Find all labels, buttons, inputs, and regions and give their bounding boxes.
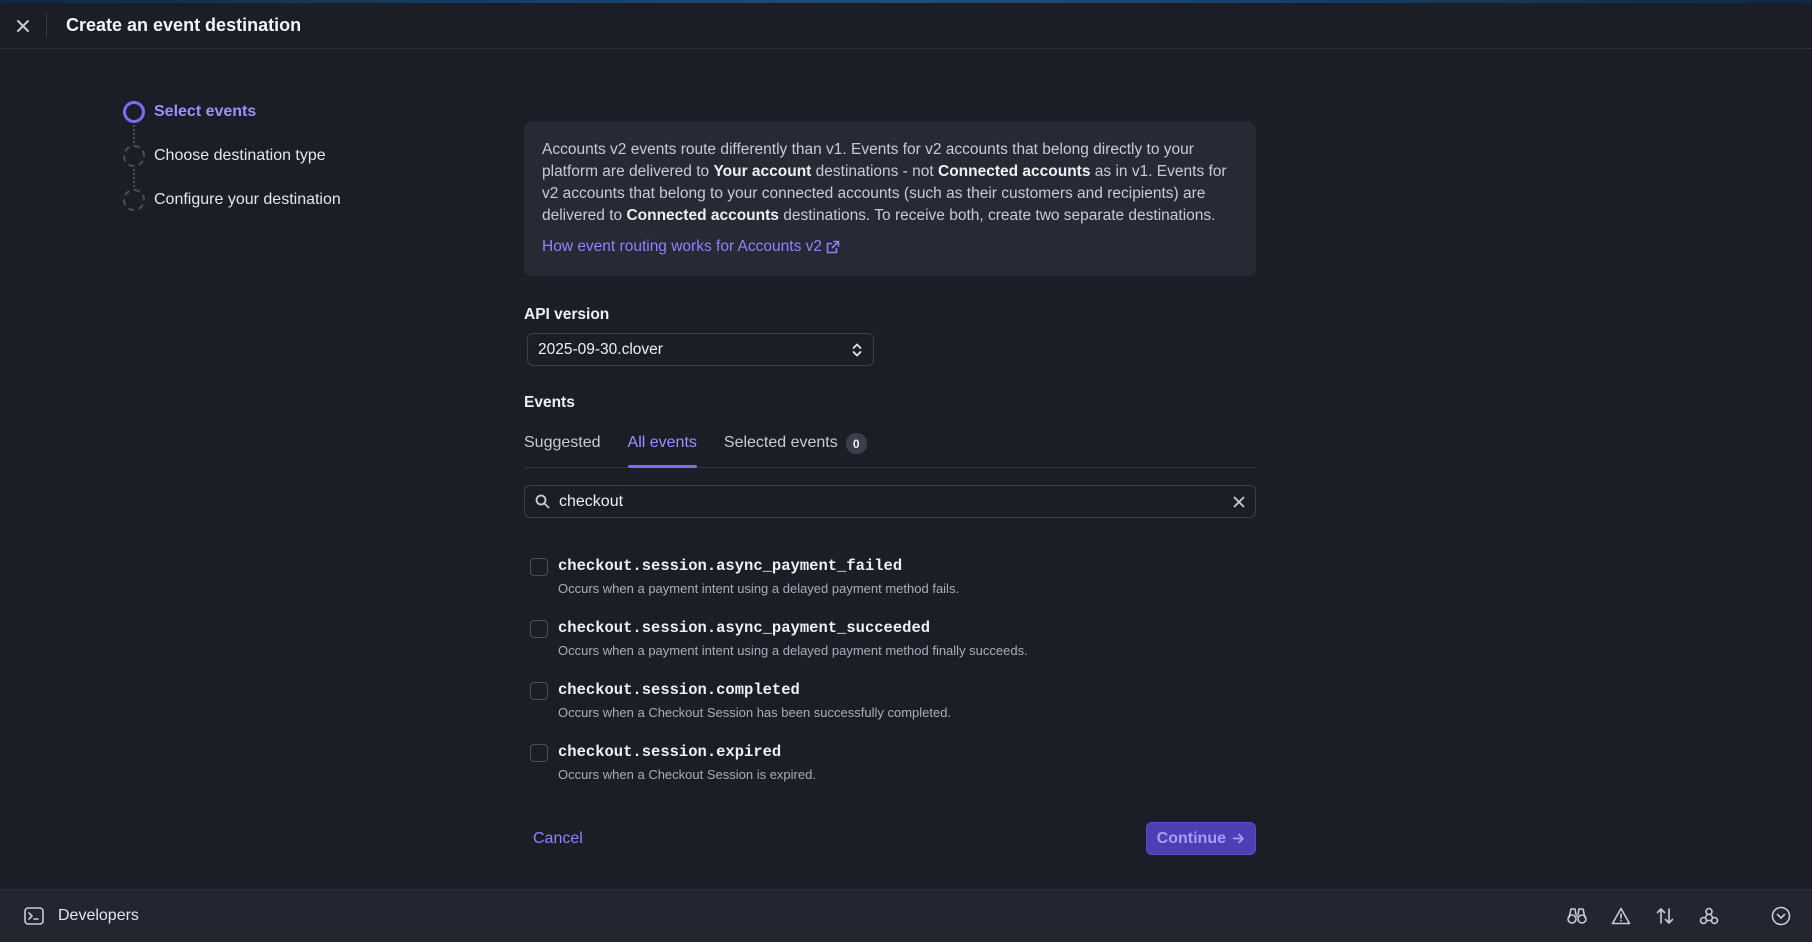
- event-name: checkout.session.async_payment_failed: [558, 557, 903, 575]
- list-item: checkout.session.async_payment_succeeded…: [524, 619, 1256, 681]
- stepper: Select events Choose destination type Co…: [123, 101, 341, 233]
- step-configure-destination: Configure your destination: [123, 189, 341, 211]
- continue-label: Continue: [1156, 829, 1226, 847]
- collapse-button[interactable]: [1759, 896, 1803, 936]
- terminal-icon: [24, 907, 44, 925]
- cancel-button[interactable]: Cancel: [533, 830, 583, 848]
- list-item: checkout.session.completed Occurs when a…: [524, 681, 1256, 743]
- continue-button[interactable]: Continue: [1145, 822, 1256, 855]
- api-version-label: API version: [524, 306, 610, 323]
- developers-bar: Developers: [0, 889, 1812, 942]
- page-title: Create an event destination: [66, 15, 302, 35]
- arrow-right-icon: [1232, 833, 1244, 844]
- event-name: checkout.session.completed: [558, 681, 800, 699]
- event-description: Occurs when a Checkout Session has been …: [558, 705, 952, 720]
- event-description: Occurs when a Checkout Session is expire…: [558, 767, 816, 782]
- tab-suggested[interactable]: Suggested: [524, 428, 601, 467]
- step-label: Select events: [154, 103, 257, 120]
- binoculars-icon: [1567, 908, 1587, 924]
- info-text: Accounts v2 events route differently tha…: [542, 141, 1227, 224]
- errors-button[interactable]: [1599, 896, 1643, 936]
- event-routing-docs-link[interactable]: How event routing works for Accounts v2: [542, 236, 840, 258]
- close-icon: [1233, 496, 1245, 507]
- warning-icon: [1611, 907, 1631, 925]
- event-checkbox[interactable]: [530, 620, 548, 638]
- step-label: Choose destination type: [154, 147, 326, 164]
- webhooks-button[interactable]: [1687, 896, 1731, 936]
- event-name: checkout.session.async_payment_succeeded: [558, 619, 931, 637]
- info-callout: Accounts v2 events route differently tha…: [524, 121, 1256, 276]
- form-actions: Cancel Continue: [524, 822, 1256, 855]
- step-connector: [133, 169, 135, 187]
- search-input[interactable]: [559, 492, 1233, 511]
- event-description: Occurs when a payment intent using a del…: [558, 643, 1028, 658]
- sort-arrows-icon: [1656, 908, 1674, 924]
- close-button[interactable]: [0, 3, 46, 49]
- close-icon: [17, 19, 29, 32]
- chevron-down-circle-icon: [1771, 906, 1791, 926]
- api-version-select[interactable]: 2025-09-30.clover: [527, 333, 874, 366]
- step-select-events: Select events: [123, 101, 341, 143]
- event-search: [524, 485, 1256, 518]
- tab-label: Selected events: [723, 434, 838, 451]
- step-label: Configure your destination: [154, 191, 341, 208]
- api-version-value: 2025-09-30.clover: [538, 340, 663, 358]
- list-item: checkout.session.expired Occurs when a C…: [524, 743, 1256, 805]
- header: Create an event destination: [0, 3, 1812, 49]
- event-checkbox[interactable]: [530, 558, 548, 576]
- chevron-up-down-icon: [852, 343, 862, 356]
- list-item: checkout.session.async_payment_failed Oc…: [524, 557, 1256, 619]
- tab-selected-events[interactable]: Selected events 0: [724, 428, 867, 467]
- inspector-button[interactable]: [1555, 896, 1599, 936]
- event-description: Occurs when a payment intent using a del…: [558, 581, 960, 596]
- step-indicator: [123, 145, 145, 167]
- event-list: checkout.session.async_payment_failed Oc…: [524, 557, 1256, 805]
- requests-button[interactable]: [1643, 896, 1687, 936]
- main-content: Accounts v2 events route differently tha…: [524, 121, 1256, 805]
- step-choose-destination-type: Choose destination type: [123, 145, 341, 187]
- selected-count-badge: 0: [845, 433, 867, 454]
- tab-all-events[interactable]: All events: [627, 428, 698, 468]
- clear-search-button[interactable]: [1233, 496, 1245, 508]
- webhooks-icon: [1699, 907, 1719, 925]
- events-tabs: Suggested All events Selected events 0: [524, 428, 1256, 468]
- step-connector: [133, 125, 135, 143]
- developers-label[interactable]: Developers: [58, 907, 139, 925]
- event-checkbox[interactable]: [530, 744, 548, 762]
- header-divider: [46, 13, 47, 38]
- developer-tools: [1555, 896, 1812, 936]
- events-label: Events: [524, 394, 575, 411]
- step-active-indicator: [123, 101, 145, 123]
- step-indicator: [123, 189, 145, 211]
- external-link-icon: [826, 240, 840, 254]
- event-checkbox[interactable]: [530, 682, 548, 700]
- search-icon: [535, 494, 550, 509]
- event-name: checkout.session.expired: [558, 743, 782, 761]
